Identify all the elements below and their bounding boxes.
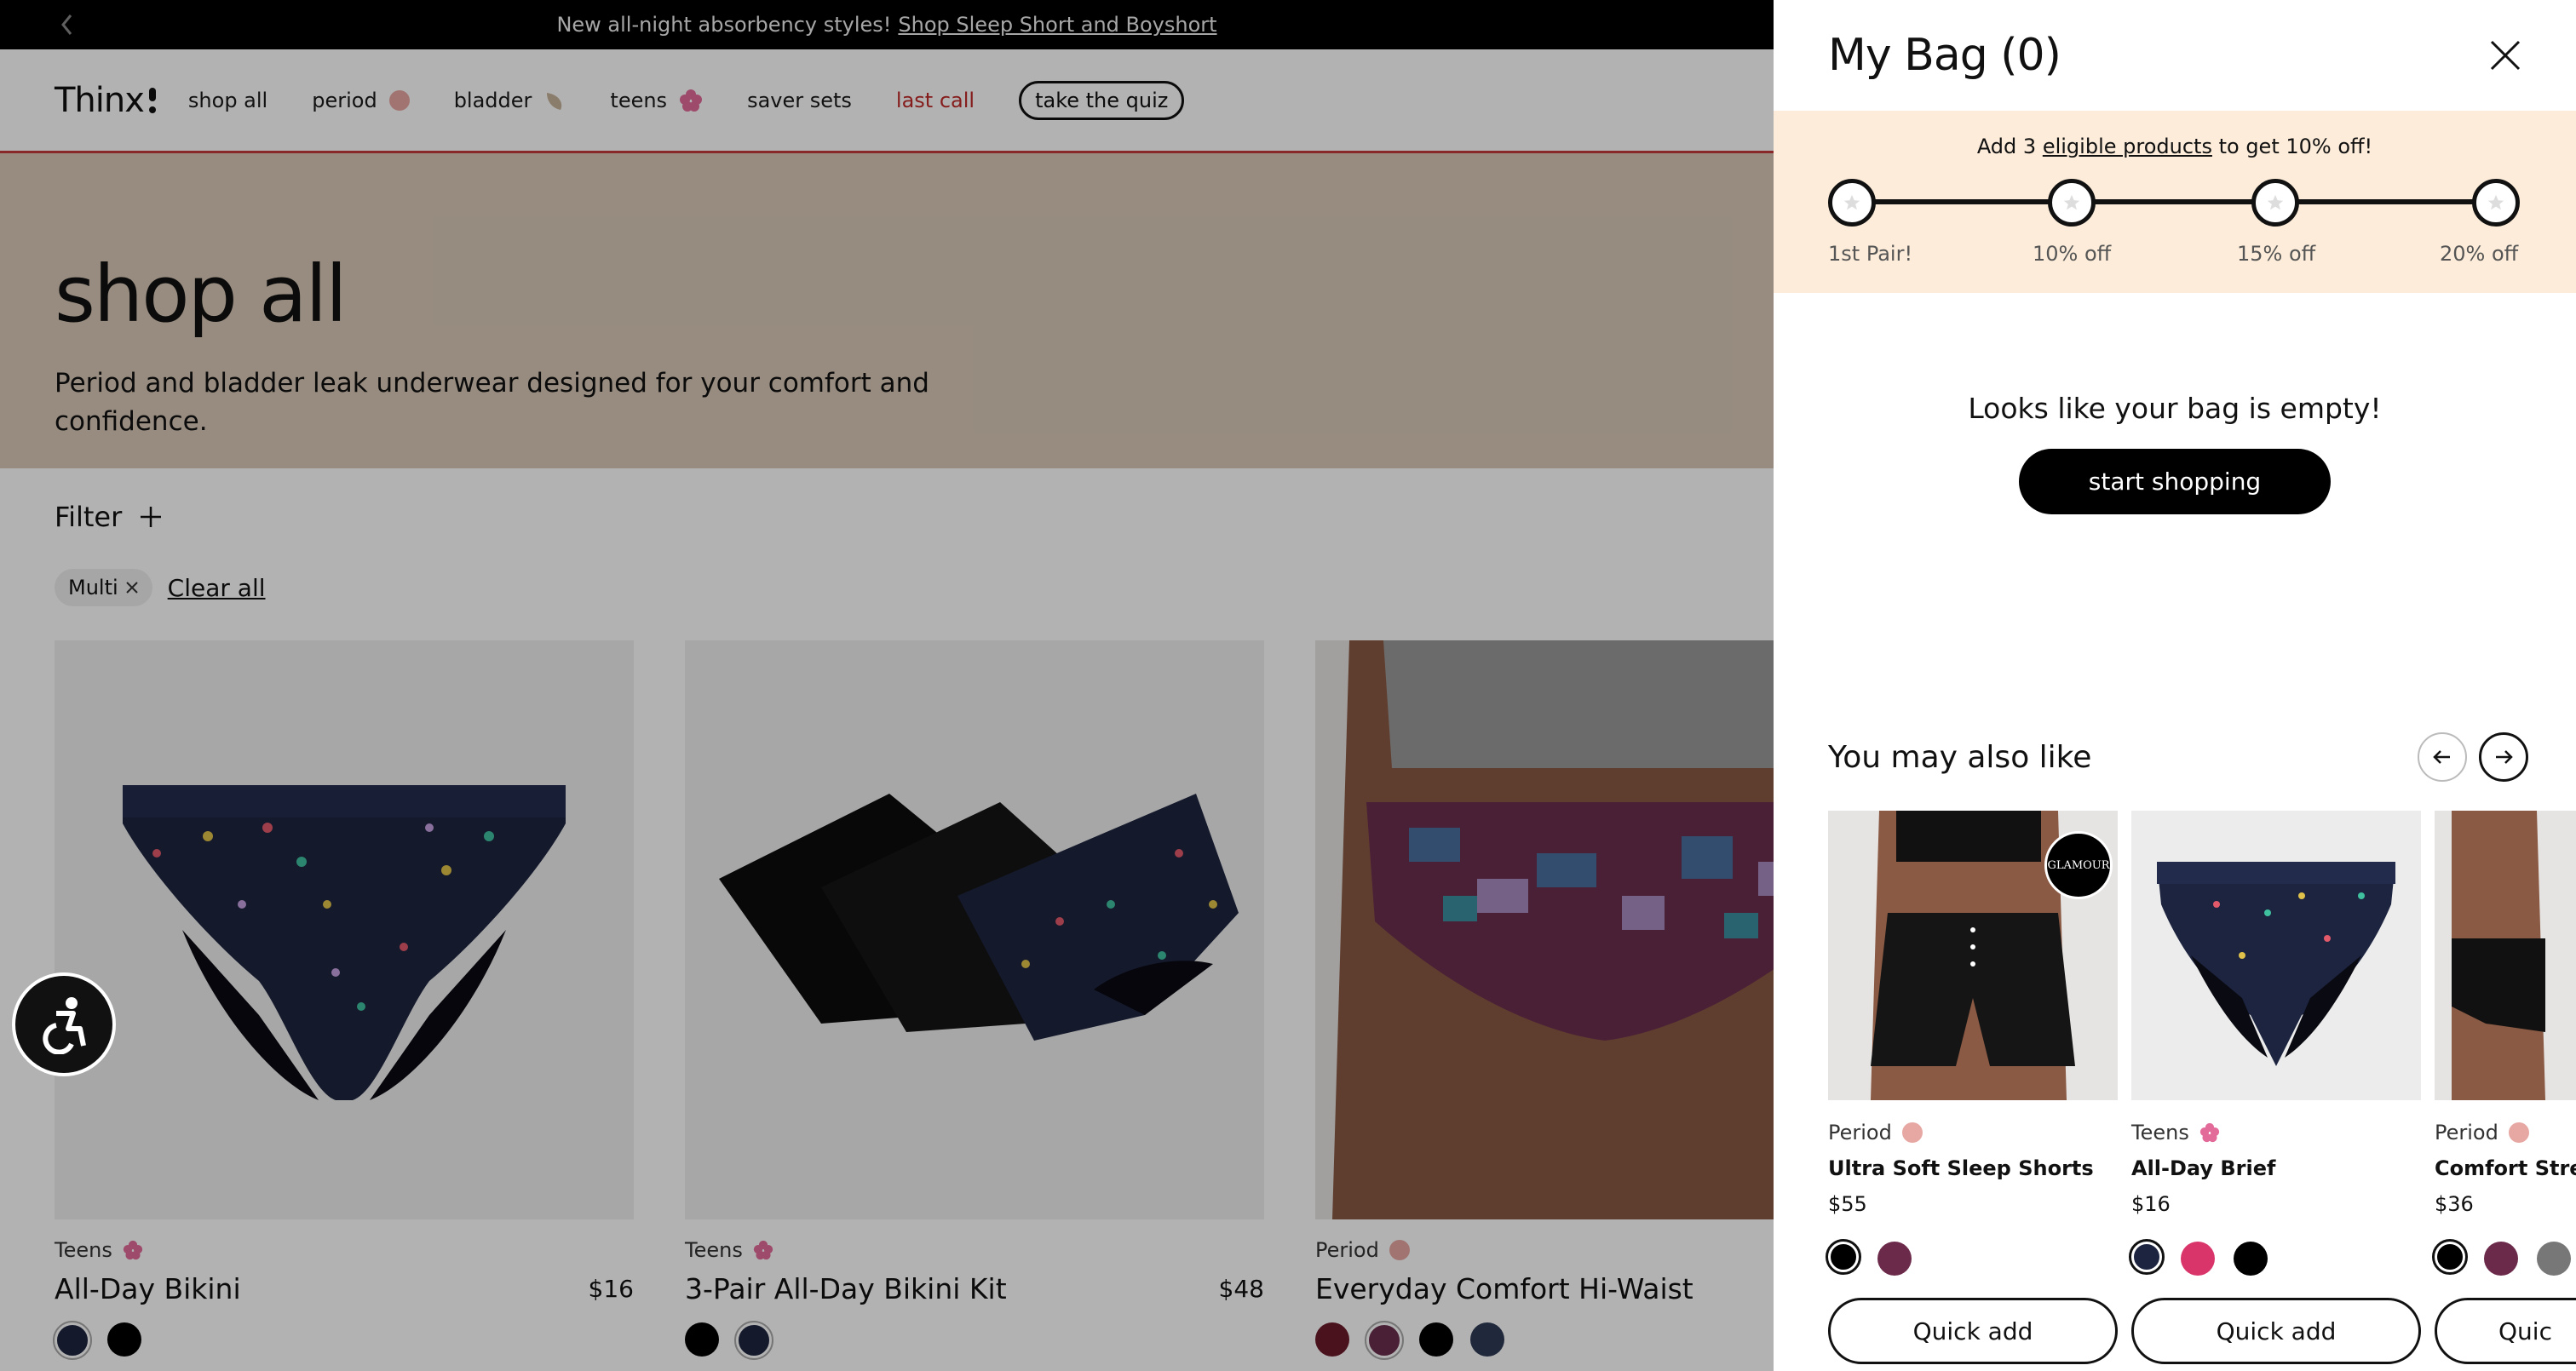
rec-name[interactable]: Ultra Soft Sleep Shorts [1828, 1156, 2118, 1180]
rec-category: Teens [2131, 1121, 2189, 1144]
step-label: 15% off [2237, 242, 2316, 266]
rec-image[interactable]: GLAMOUR [1828, 811, 2118, 1100]
page-overlay[interactable] [0, 0, 1774, 1371]
rec-image[interactable] [2435, 811, 2576, 1100]
rec-price: $16 [2131, 1192, 2171, 1216]
quick-add-button[interactable]: Quick add [1828, 1298, 2118, 1364]
discount-progress: Add 3 eligible products to get 10% off! … [1774, 111, 2576, 293]
accessibility-icon [43, 997, 86, 1054]
step-label: 1st Pair! [1828, 242, 1913, 266]
storefront: New all-night absorbency styles! Shop Sl… [0, 0, 1774, 1371]
quick-add-button[interactable]: Quick add [2131, 1298, 2421, 1364]
step-marker [2472, 179, 2520, 227]
period-dot-icon [2508, 1122, 2529, 1143]
recommendations: You may also like GLAMOUR Period Ultra S… [1826, 732, 2576, 1364]
close-icon[interactable] [2489, 39, 2521, 72]
step-label: 20% off [2440, 242, 2519, 266]
bag-title: My Bag (0) [1828, 30, 2061, 81]
bag-drawer: My Bag (0) Add 3 eligible products to ge… [1774, 0, 2576, 1371]
rec-image[interactable] [2131, 811, 2421, 1100]
quick-add-button[interactable]: Quic [2435, 1298, 2576, 1364]
rec-price: $55 [1828, 1192, 1867, 1216]
star-icon [1843, 194, 1860, 210]
promo-message: Add 3 eligible products to get 10% off! [1976, 135, 2373, 158]
swatch-black[interactable] [2432, 1239, 2468, 1275]
swatch-grey[interactable] [2537, 1242, 2571, 1276]
recommendations-title: You may also like [1828, 739, 2092, 775]
step-marker [1828, 179, 1876, 227]
swatch-plum[interactable] [2484, 1242, 2518, 1276]
rec-name[interactable]: Comfort Stret [2435, 1156, 2576, 1180]
rec-card[interactable]: Period Comfort Stret $36 Quic [2432, 811, 2576, 1364]
carousel-next-button[interactable] [2479, 732, 2528, 782]
eligible-products-link[interactable]: eligible products [2043, 135, 2212, 158]
rec-price: $36 [2435, 1192, 2474, 1216]
rec-card[interactable]: GLAMOUR Period Ultra Soft Sleep Shorts $… [1826, 811, 2118, 1364]
period-dot-icon [1901, 1122, 1923, 1143]
star-icon [2487, 194, 2504, 210]
step-label: 10% off [2033, 242, 2112, 266]
arrow-right-icon [2496, 750, 2513, 764]
step-marker [2048, 179, 2096, 227]
arrow-left-icon [2433, 750, 2450, 764]
rec-name[interactable]: All-Day Brief [2131, 1156, 2421, 1180]
start-shopping-button[interactable]: start shopping [2018, 449, 2332, 514]
page: New all-night absorbency styles! Shop Sl… [0, 0, 2576, 1371]
swatch-pink[interactable] [2181, 1242, 2215, 1276]
swatch-plum[interactable] [1877, 1242, 1912, 1276]
award-badge: GLAMOUR [2044, 831, 2113, 899]
accessibility-button[interactable] [12, 972, 116, 1076]
swatch-black[interactable] [1826, 1239, 1861, 1275]
step-marker [2251, 179, 2299, 227]
rec-category: Period [1828, 1121, 1892, 1144]
empty-bag: Looks like your bag is empty! start shop… [1774, 392, 2576, 514]
rec-card[interactable]: Teens All-Day Brief $16 Quick add [2129, 811, 2421, 1364]
flower-icon [2199, 1122, 2219, 1143]
rec-category: Period [2435, 1121, 2498, 1144]
swatch-black[interactable] [2234, 1242, 2268, 1276]
swatch-stars[interactable] [2129, 1239, 2165, 1275]
progress-track [1843, 199, 2506, 204]
star-icon [2063, 194, 2080, 210]
carousel-prev-button[interactable] [2418, 732, 2467, 782]
empty-bag-message: Looks like your bag is empty! [1968, 392, 2382, 425]
star-icon [2267, 194, 2284, 210]
